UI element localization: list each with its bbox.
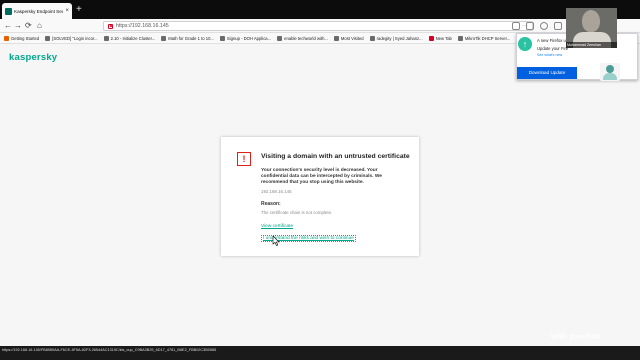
bookmark-item[interactable]: Most Visited <box>333 35 364 41</box>
url-text: https://192.168.16.145 <box>116 23 169 29</box>
page-content: kaspersky ! Visiting a domain with an un… <box>0 44 640 346</box>
reload-button[interactable]: ⟳ <box>25 20 32 32</box>
bookmark-icon <box>277 35 283 41</box>
warning-icon: ! <box>237 152 251 166</box>
bookmark-item[interactable]: MikroTik DHCP Server... <box>457 35 510 41</box>
presenter-name: Muhammad Zeeshan <box>566 42 617 48</box>
host-ip: 192.168.16.145 <box>261 189 292 194</box>
forward-button[interactable]: → <box>14 20 22 32</box>
bookmark-item[interactable]: [SOLVED] "Login incor... <box>45 35 98 41</box>
view-certificate-link[interactable]: View certificate <box>261 224 293 229</box>
sidebar-icon[interactable] <box>526 22 534 30</box>
presenter-face <box>582 10 600 32</box>
screen: Kaspersky Endpoint Security fo × + ← → ⟳… <box>0 0 640 360</box>
avatar <box>600 63 620 81</box>
download-update-button[interactable]: Download Update <box>517 67 577 79</box>
bookmark-item[interactable]: New Tab <box>428 35 452 41</box>
status-bar: https://192.168.16.145/FB8980AA-F6CE-4F5… <box>0 346 640 360</box>
new-tab-button[interactable]: + <box>76 5 82 15</box>
bookmark-item[interactable]: 2.10 - Initialize Cluster... <box>103 35 155 41</box>
update-arrow-icon: ↑ <box>518 37 532 51</box>
bookmark-icon <box>103 35 109 41</box>
bookmark-icon <box>428 35 434 41</box>
bookmark-icon <box>457 35 463 41</box>
bookmark-icon <box>369 35 375 41</box>
kaspersky-favicon-icon <box>5 7 12 15</box>
close-icon[interactable]: × <box>65 8 69 14</box>
whats-new-link[interactable]: See what's new <box>537 53 562 57</box>
bookmark-item[interactable]: Signup - DOH Applica... <box>219 35 271 41</box>
firefox-icon <box>4 35 9 41</box>
update-body: Update your Fire <box>537 46 569 51</box>
extension-icon[interactable] <box>554 22 562 30</box>
tab-bar: Kaspersky Endpoint Security fo × + <box>0 0 640 19</box>
page-title: Visiting a domain with an untrusted cert… <box>261 153 410 160</box>
account-icon[interactable] <box>540 22 548 30</box>
reason-text: The certificate chain is not complete. <box>261 210 333 215</box>
back-button[interactable]: ← <box>4 20 12 32</box>
update-title: A new Firefox up <box>537 38 569 43</box>
toolbar-icons <box>512 22 562 30</box>
certificate-warning-card: ! Visiting a domain with an untrusted ce… <box>221 137 419 256</box>
address-bar[interactable]: https://192.168.16.145 ··· <box>103 21 533 31</box>
warning-description: Your connection's security level is decr… <box>261 168 382 186</box>
insecure-lock-icon[interactable] <box>108 23 113 29</box>
bookmark-item[interactable]: Getting Started <box>4 35 39 41</box>
mouse-cursor-icon <box>272 236 280 246</box>
bookmark-item[interactable]: Math for Grade 1 to 10... <box>161 35 214 41</box>
bookmark-icon <box>45 35 51 41</box>
webcam-overlay: Muhammad Zeeshan <box>566 8 617 48</box>
reason-label: Reason: <box>261 201 281 207</box>
bookmark-icon <box>219 35 225 41</box>
status-url: https://192.168.16.145/FB8980AA-F6CE-4F5… <box>2 348 217 352</box>
video-watermark: with zeeshan <box>551 332 601 341</box>
library-icon[interactable] <box>512 22 520 30</box>
kaspersky-logo: kaspersky <box>9 52 58 63</box>
home-button[interactable]: ⌂ <box>37 20 42 32</box>
bookmark-icon <box>161 35 167 41</box>
gear-icon <box>333 35 339 41</box>
tab-kaspersky[interactable]: Kaspersky Endpoint Security fo × <box>2 3 72 19</box>
navigation-bar: ← → ⟳ ⌂ https://192.168.16.145 ··· <box>0 19 640 33</box>
bookmark-item[interactable]: radegity | Syed Jahanz... <box>369 35 423 41</box>
tab-title: Kaspersky Endpoint Security fo <box>14 8 63 14</box>
bookmark-item[interactable]: enable techworld with... <box>277 35 328 41</box>
